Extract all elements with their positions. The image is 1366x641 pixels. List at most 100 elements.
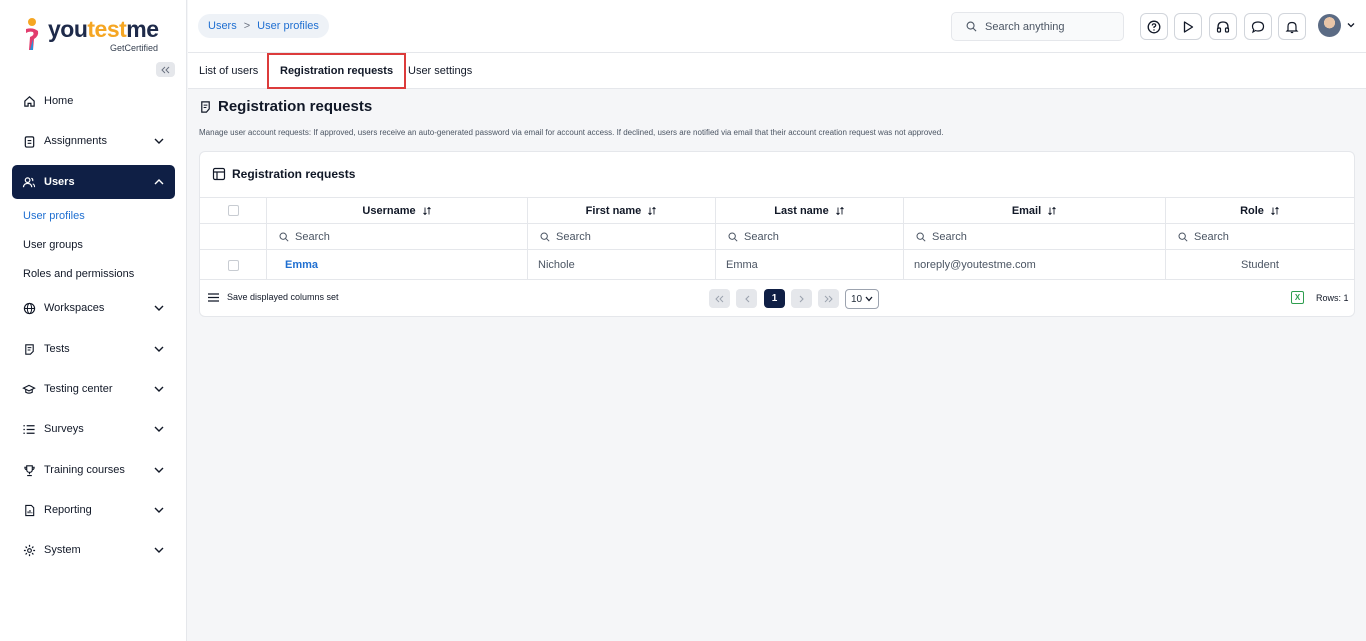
sidebar-item-testing-center[interactable]: Testing center [12, 372, 175, 406]
home-icon [22, 94, 36, 108]
sidebar-item-label: Assignments [44, 135, 107, 147]
support-button[interactable] [1209, 13, 1237, 40]
chevron-down-icon [154, 467, 164, 473]
search-placeholder: Search [556, 230, 591, 243]
sidebar-item-workspaces[interactable]: Workspaces [12, 291, 175, 325]
chevron-down-icon[interactable] [1346, 20, 1356, 30]
sidebar-subitem-user-profiles[interactable]: User profiles [23, 210, 85, 222]
sidebar-item-label: Surveys [44, 423, 84, 435]
help-button[interactable] [1140, 13, 1168, 40]
tab-bar: List of users Registration requests User… [188, 53, 1366, 89]
tab-list-of-users[interactable]: List of users [199, 53, 258, 89]
tab-user-settings[interactable]: User settings [408, 53, 472, 89]
search-icon [279, 232, 289, 242]
save-columns-label: Save displayed columns set [227, 292, 339, 302]
page-description: Manage user account requests: If approve… [199, 128, 944, 137]
play-button[interactable] [1174, 13, 1202, 40]
first-page-button[interactable] [709, 289, 730, 308]
user-avatar[interactable] [1318, 14, 1341, 37]
sidebar-item-label: Reporting [44, 504, 92, 516]
table-header-row: Username First name Last name Email Role [200, 197, 1354, 223]
search-placeholder: Search anything [985, 20, 1065, 33]
breadcrumb: Users > User profiles [198, 14, 329, 38]
bell-icon [1285, 21, 1299, 33]
sidebar-item-training-courses[interactable]: Training courses [12, 453, 175, 487]
select-all-checkbox[interactable] [227, 205, 239, 216]
last-name-search-input[interactable]: Search [716, 224, 904, 249]
table-row[interactable]: Emma Nichole Emma noreply@youtestme.com … [200, 249, 1354, 280]
chevrons-left-icon [715, 295, 724, 302]
page-size-select[interactable]: 10 [845, 289, 879, 309]
sidebar-item-system[interactable]: System [12, 533, 175, 567]
column-header-last-name[interactable]: Last name [716, 198, 904, 223]
table-icon [212, 167, 226, 181]
chevron-down-icon [154, 426, 164, 432]
logo-text: youtestme [48, 16, 159, 42]
sidebar-item-assignments[interactable]: Assignments [12, 124, 175, 158]
users-icon [22, 175, 36, 189]
column-label: Username [362, 204, 416, 217]
sidebar-item-surveys[interactable]: Surveys [12, 412, 175, 446]
clipboard-icon [22, 134, 36, 148]
chevron-down-icon [154, 138, 164, 144]
sort-icon [1271, 206, 1279, 215]
column-header-email[interactable]: Email [904, 198, 1166, 223]
column-header-first-name[interactable]: First name [528, 198, 716, 223]
table-footer: Save displayed columns set 1 10 X Rows: … [200, 279, 1354, 316]
page-title: Registration requests [199, 98, 372, 115]
page-button-current[interactable]: 1 [764, 289, 785, 308]
prev-page-button[interactable] [736, 289, 757, 308]
notifications-button[interactable] [1278, 13, 1306, 40]
breadcrumb-user-profiles[interactable]: User profiles [257, 20, 319, 32]
first-name-cell: Nichole [528, 250, 716, 280]
chevrons-right-icon [824, 295, 833, 302]
column-header-role[interactable]: Role [1166, 198, 1354, 223]
sidebar-item-users[interactable]: Users [12, 165, 175, 199]
help-icon [1147, 20, 1161, 33]
search-placeholder: Search [932, 230, 967, 243]
next-page-button[interactable] [791, 289, 812, 308]
breadcrumb-users[interactable]: Users [208, 20, 237, 32]
collapse-sidebar-button[interactable] [156, 62, 175, 77]
role-cell: Student [1241, 259, 1279, 271]
top-bar: Users > User profiles Search anything [188, 0, 1366, 53]
email-search-input[interactable]: Search [904, 224, 1166, 249]
global-search-input[interactable]: Search anything [951, 12, 1124, 41]
chat-button[interactable] [1244, 13, 1272, 40]
column-label: Role [1240, 204, 1264, 217]
chevron-left-icon [744, 295, 749, 302]
gear-icon [22, 543, 36, 557]
row-checkbox[interactable] [227, 259, 239, 271]
sidebar-item-label: Workspaces [44, 302, 105, 314]
last-name-cell: Emma [716, 250, 904, 280]
last-page-button[interactable] [818, 289, 839, 308]
sort-icon [835, 206, 844, 215]
sidebar-item-label: Training courses [44, 464, 125, 476]
sort-icon [1048, 206, 1056, 215]
logo[interactable]: youtestme GetCertified [24, 16, 164, 56]
filter-spacer [200, 224, 267, 249]
sidebar: youtestme GetCertified Home Assignments … [0, 0, 187, 641]
tab-registration-requests[interactable]: Registration requests [267, 53, 407, 89]
logo-tagline: GetCertified [110, 43, 159, 53]
search-icon [1178, 232, 1188, 242]
first-name-search-input[interactable]: Search [528, 224, 716, 249]
chat-icon [1251, 20, 1265, 33]
search-placeholder: Search [295, 230, 330, 243]
save-columns-button[interactable]: Save displayed columns set [208, 292, 339, 302]
column-label: Email [1011, 204, 1042, 217]
table-title: Registration requests [212, 167, 355, 181]
column-label: First name [585, 204, 642, 217]
export-excel-icon[interactable]: X [1291, 291, 1304, 304]
search-icon [540, 232, 550, 242]
username-link[interactable]: Emma [267, 250, 528, 280]
column-header-username[interactable]: Username [267, 198, 528, 223]
username-search-input[interactable]: Search [267, 224, 528, 249]
sidebar-item-tests[interactable]: Tests [12, 332, 175, 366]
sidebar-subitem-user-groups[interactable]: User groups [23, 239, 83, 251]
chevron-down-icon [154, 386, 164, 392]
sidebar-item-home[interactable]: Home [12, 84, 175, 118]
sidebar-item-reporting[interactable]: Reporting [12, 493, 175, 527]
role-search-input[interactable]: Search [1166, 224, 1354, 249]
sidebar-subitem-roles-permissions[interactable]: Roles and permissions [23, 268, 134, 280]
